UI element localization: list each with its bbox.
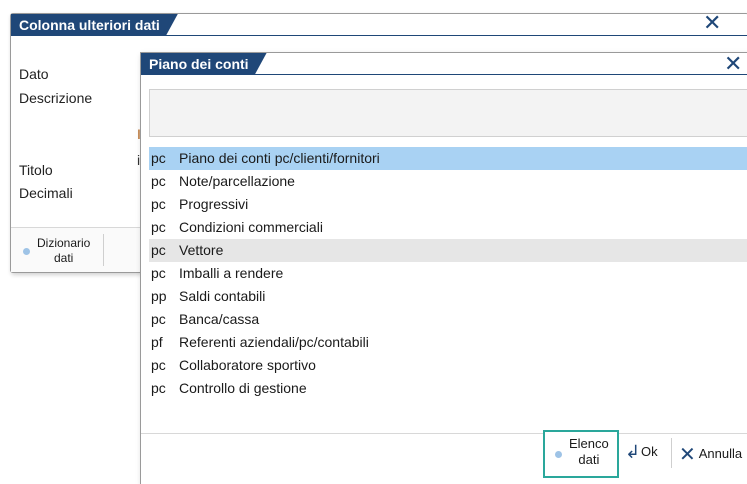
- list-item[interactable]: pc Progressivi: [149, 193, 747, 216]
- search-input[interactable]: [149, 89, 747, 137]
- title-rule: [11, 35, 747, 36]
- dot-icon: [555, 451, 562, 458]
- elenco-label: Elenco: [569, 436, 609, 451]
- list-item[interactable]: pf Referenti aziendali/pc/contabili: [149, 331, 747, 354]
- separator: [671, 438, 672, 468]
- dialog-title: Piano dei conti: [141, 53, 267, 75]
- return-arrow-icon: ↲: [625, 442, 641, 462]
- list-item[interactable]: pc Condizioni commerciali: [149, 216, 747, 239]
- cancel-icon: ✕: [679, 444, 696, 466]
- label-dato: Dato: [19, 66, 49, 82]
- list-item[interactable]: pc Note/parcellazione: [149, 170, 747, 193]
- label-titolo: Titolo: [19, 162, 53, 178]
- list-item[interactable]: pc Controllo di gestione: [149, 377, 747, 400]
- dizionario-label: Dizionario: [37, 236, 91, 250]
- dizionario-dati-button[interactable]: Dizionario dati: [17, 234, 104, 266]
- dictionary-list: pc Piano dei conti pc/clienti/fornitori p…: [149, 147, 747, 400]
- list-item[interactable]: pc Collaboratore sportivo: [149, 354, 747, 377]
- piano-dei-conti-dialog: Piano dei conti ✕ pc Piano dei conti pc/c…: [140, 52, 747, 484]
- close-icon[interactable]: ✕: [703, 12, 721, 34]
- dialog-footer: Elenco dati ↲Ok ✕ Annulla: [141, 430, 747, 484]
- list-item[interactable]: pc Vettore: [149, 239, 747, 262]
- dati-label: dati: [54, 251, 74, 265]
- list-item[interactable]: pc Imballi a rendere: [149, 262, 747, 285]
- list-item[interactable]: pc Banca/cassa: [149, 308, 747, 331]
- dati-label: dati: [578, 452, 600, 467]
- dot-icon: [23, 248, 30, 255]
- label-descrizione: Descrizione: [19, 90, 93, 106]
- ok-button[interactable]: ↲Ok: [625, 442, 658, 464]
- list-item[interactable]: pc Piano dei conti pc/clienti/fornitori: [149, 147, 747, 170]
- annulla-button[interactable]: ✕ Annulla: [679, 442, 742, 466]
- close-icon[interactable]: ✕: [724, 53, 742, 75]
- elenco-dati-button[interactable]: Elenco dati: [543, 430, 619, 478]
- label-decimali: Decimali: [19, 185, 73, 201]
- title-rule: [141, 74, 747, 75]
- list-item[interactable]: pp Saldi contabili: [149, 285, 747, 308]
- window-title: Colonna ulteriori dati: [11, 14, 178, 36]
